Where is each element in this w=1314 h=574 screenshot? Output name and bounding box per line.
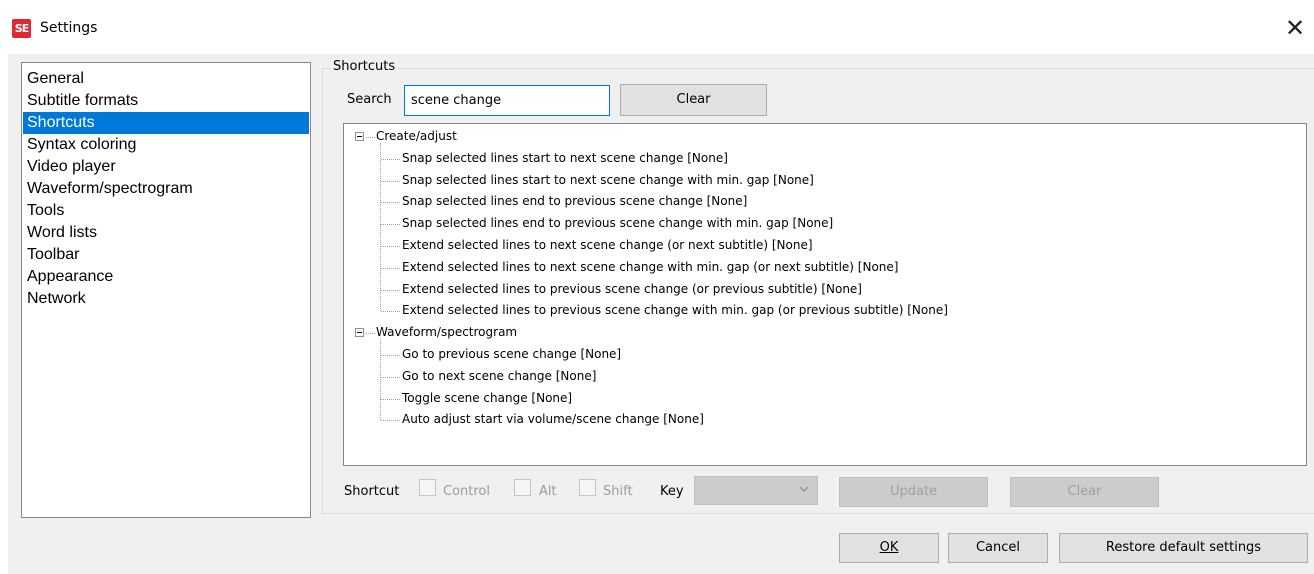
tree-item[interactable]: Auto adjust start via volume/scene chang… <box>402 409 704 430</box>
tree-group[interactable]: Create/adjust <box>376 126 457 147</box>
tree-item[interactable]: Extend selected lines to next scene chan… <box>402 257 898 278</box>
ok-button-label: OK <box>879 540 899 555</box>
tree-connector <box>381 267 400 269</box>
tree-connector <box>380 143 381 312</box>
tree-connector <box>381 180 400 182</box>
collapse-icon[interactable] <box>355 328 364 338</box>
nav-item-network[interactable]: Network <box>23 288 309 310</box>
tree-item[interactable]: Snap selected lines start to next scene … <box>402 170 814 191</box>
restore-defaults-button[interactable]: Restore default settings <box>1059 533 1308 563</box>
tree-connector <box>381 376 400 378</box>
tree-connector <box>381 224 400 226</box>
search-label: Search <box>347 92 392 107</box>
nav-item-toolbar[interactable]: Toolbar <box>23 244 309 266</box>
control-checkbox-label: Control <box>443 484 490 499</box>
tree-connector <box>381 311 400 313</box>
alt-checkbox-label: Alt <box>539 484 557 499</box>
key-dropdown[interactable] <box>694 476 818 505</box>
tree-item[interactable]: Snap selected lines start to next scene … <box>402 148 728 169</box>
cancel-button[interactable]: Cancel <box>948 533 1048 563</box>
tree-connector <box>381 202 400 204</box>
shift-checkbox[interactable] <box>579 479 596 496</box>
alt-checkbox[interactable] <box>514 479 531 496</box>
app-logo-icon: SE <box>12 19 31 38</box>
title-bar: SE Settings ✕ <box>0 0 1314 54</box>
nav-item-syntax-coloring[interactable]: Syntax coloring <box>23 134 309 156</box>
tree-item[interactable]: Extend selected lines to previous scene … <box>402 279 862 300</box>
nav-item-shortcuts[interactable]: Shortcuts <box>23 112 309 134</box>
chevron-down-icon <box>799 486 809 492</box>
nav-item-subtitle-formats[interactable]: Subtitle formats <box>23 90 309 112</box>
ok-button[interactable]: OK <box>839 533 939 563</box>
nav-item-general[interactable]: General <box>23 68 309 90</box>
nav-item-video-player[interactable]: Video player <box>23 156 309 178</box>
cancel-button-label: Cancel <box>975 540 1021 555</box>
tree-connector <box>381 246 400 247</box>
nav-item-word-lists[interactable]: Word lists <box>23 222 309 244</box>
close-icon[interactable]: ✕ <box>1280 13 1310 43</box>
collapse-icon[interactable] <box>355 132 364 141</box>
tree-item[interactable]: Go to next scene change [None] <box>402 366 596 387</box>
clear-search-button[interactable]: Clear <box>620 84 767 116</box>
tree-item[interactable]: Snap selected lines end to previous scen… <box>402 191 747 212</box>
settings-category-list[interactable]: General Subtitle formats Shortcuts Syntax c… <box>21 62 311 518</box>
tree-item[interactable]: Extend selected lines to previous scene … <box>402 300 948 321</box>
shortcut-label: Shortcut <box>344 484 400 499</box>
update-shortcut-button[interactable]: Update <box>839 477 988 507</box>
tree-connector <box>381 420 400 422</box>
shortcuts-group-label: Shortcuts <box>330 58 399 75</box>
tree-connector <box>381 289 400 291</box>
shift-checkbox-label: Shift <box>603 484 633 499</box>
tree-connector <box>366 333 375 335</box>
tree-connector <box>381 355 400 356</box>
window-edge <box>0 54 8 574</box>
search-input[interactable] <box>404 85 610 116</box>
tree-item[interactable]: Toggle scene change [None] <box>402 388 572 409</box>
tree-connector <box>366 137 375 138</box>
tree-item[interactable]: Extend selected lines to next scene chan… <box>402 235 813 256</box>
shortcuts-tree[interactable]: Create/adjust Snap selected lines start t… <box>343 123 1307 466</box>
key-label: Key <box>660 484 684 499</box>
tree-item[interactable]: Go to previous scene change [None] <box>402 344 621 365</box>
tree-item[interactable]: Snap selected lines end to previous scen… <box>402 213 833 234</box>
nav-item-tools[interactable]: Tools <box>23 200 309 222</box>
nav-item-appearance[interactable]: Appearance <box>23 266 309 288</box>
window-title: Settings <box>40 20 98 36</box>
tree-connector <box>381 398 400 400</box>
clear-shortcut-button[interactable]: Clear <box>1010 477 1159 507</box>
tree-connector <box>380 339 381 421</box>
tree-group[interactable]: Waveform/spectrogram <box>376 322 517 343</box>
nav-item-waveform-spectrogram[interactable]: Waveform/spectrogram <box>23 178 309 200</box>
control-checkbox[interactable] <box>419 479 436 496</box>
tree-connector <box>381 158 400 160</box>
